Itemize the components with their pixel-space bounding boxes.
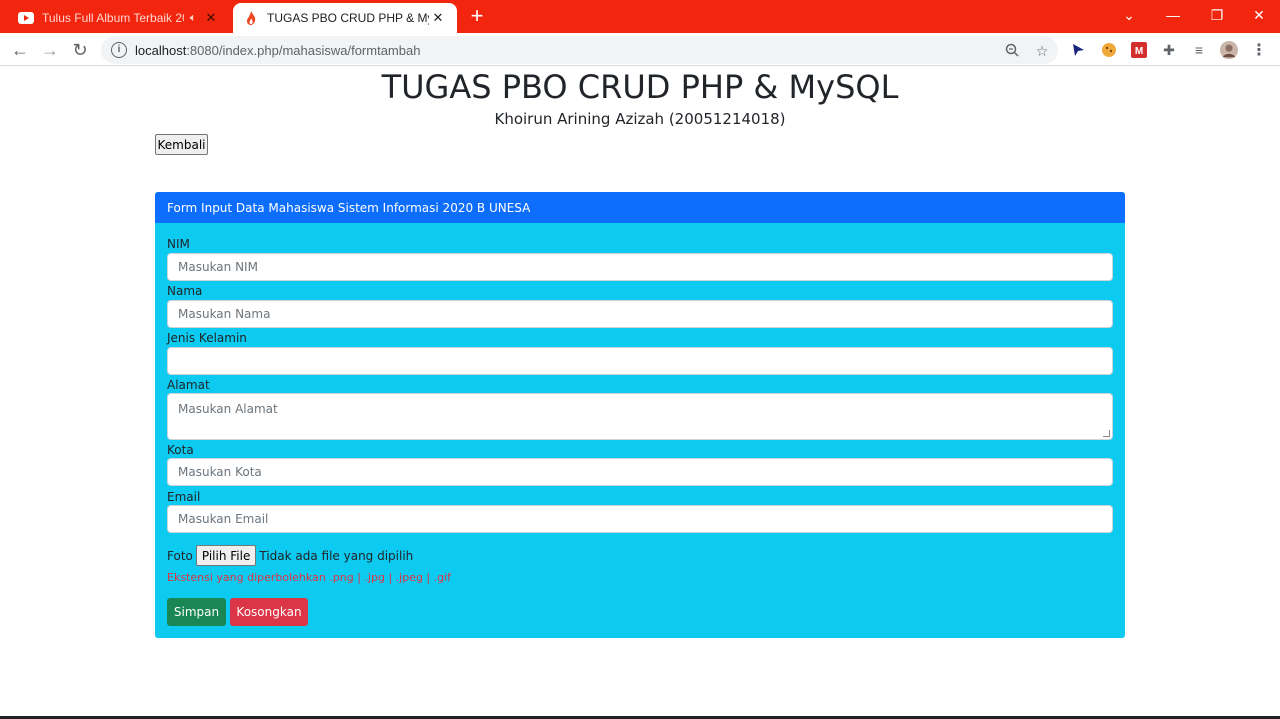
- cursor-extension-icon[interactable]: [1069, 41, 1087, 59]
- avatar[interactable]: [1220, 41, 1238, 59]
- foto-row: Foto Pilih File Tidak ada file yang dipi…: [167, 545, 413, 566]
- alamat-placeholder: Masukan Alamat: [178, 402, 278, 416]
- reload-icon[interactable]: ↻: [67, 37, 93, 63]
- kota-input[interactable]: Masukan Kota: [167, 458, 1113, 486]
- form-header: Form Input Data Mahasiswa Sistem Informa…: [155, 192, 1125, 223]
- jenis-kelamin-input[interactable]: [167, 347, 1113, 375]
- tab-active[interactable]: TUGAS PBO CRUD PHP & MySQL ✕: [233, 3, 457, 33]
- page-subtitle: Khoirun Arining Azizah (20051214018): [494, 110, 786, 128]
- email-label: Email: [167, 490, 201, 504]
- menu-kebab-icon[interactable]: ⋮: [1250, 41, 1268, 59]
- file-status: Tidak ada file yang dipilih: [259, 548, 414, 563]
- browser-toolbar: ← → ↻ i localhost:8080/index.php/mahasis…: [0, 33, 1280, 66]
- pilih-file-button[interactable]: Pilih File: [195, 545, 257, 566]
- nim-input[interactable]: Masukan NIM: [167, 253, 1113, 281]
- zoom-icon[interactable]: [1004, 43, 1020, 59]
- tab-youtube[interactable]: Tulus Full Album Terbaik 20 🔈︎ ✕: [8, 3, 230, 33]
- url-text: localhost:8080/index.php/mahasiswa/formt…: [135, 42, 421, 58]
- nama-label: Nama: [167, 284, 203, 298]
- nim-label: NIM: [167, 237, 190, 251]
- forward-arrow-icon[interactable]: →: [37, 37, 63, 63]
- nama-input[interactable]: Masukan Nama: [167, 300, 1113, 328]
- cookie-extension-icon[interactable]: [1100, 41, 1118, 59]
- restore-icon[interactable]: ❐: [1195, 0, 1239, 30]
- svg-text:M: M: [1135, 46, 1143, 57]
- kembali-button[interactable]: Kembali: [155, 134, 208, 155]
- jenis-kelamin-label: Jenis Kelamin: [167, 331, 247, 345]
- email-input[interactable]: Masukan Email: [167, 505, 1113, 533]
- speaker-icon[interactable]: 🔈︎: [184, 12, 202, 25]
- minimize-icon[interactable]: —: [1151, 0, 1195, 30]
- back-arrow-icon[interactable]: ←: [7, 37, 33, 63]
- new-tab-icon[interactable]: +: [466, 5, 488, 27]
- tab-title: TUGAS PBO CRUD PHP & MySQL: [267, 11, 429, 25]
- codeigniter-icon: [243, 10, 259, 26]
- tab-search-icon[interactable]: ⌄: [1107, 0, 1151, 30]
- window-close-icon[interactable]: ✕: [1237, 0, 1280, 30]
- resize-handle-icon[interactable]: [1103, 430, 1110, 437]
- close-tab-icon[interactable]: ✕: [429, 10, 447, 26]
- simpan-button[interactable]: Simpan: [167, 598, 226, 626]
- kota-label: Kota: [167, 443, 194, 457]
- extensions-puzzle-icon[interactable]: ✚: [1160, 41, 1178, 59]
- extension-hint: Ekstensi yang diperbolehkan .png | .jpg …: [167, 571, 452, 584]
- close-tab-icon[interactable]: ✕: [202, 10, 220, 26]
- m-extension-icon[interactable]: M: [1130, 41, 1148, 59]
- kosongkan-button[interactable]: Kosongkan: [230, 598, 308, 626]
- media-queue-icon[interactable]: ≡: [1190, 41, 1208, 59]
- address-bar[interactable]: i localhost:8080/index.php/mahasiswa/for…: [101, 36, 1058, 64]
- bookmark-star-icon[interactable]: ☆: [1034, 43, 1050, 59]
- tab-strip: Tulus Full Album Terbaik 20 🔈︎ ✕ TUGAS P…: [0, 0, 1280, 33]
- tab-title: Tulus Full Album Terbaik 20: [42, 11, 184, 25]
- alamat-label: Alamat: [167, 378, 210, 392]
- site-info-icon[interactable]: i: [111, 42, 127, 58]
- youtube-icon: [18, 10, 34, 26]
- form-card: Form Input Data Mahasiswa Sistem Informa…: [155, 192, 1125, 638]
- alamat-textarea[interactable]: Masukan Alamat: [167, 393, 1113, 440]
- foto-label: Foto: [167, 548, 193, 563]
- page-title: TUGAS PBO CRUD PHP & MySQL: [381, 68, 899, 106]
